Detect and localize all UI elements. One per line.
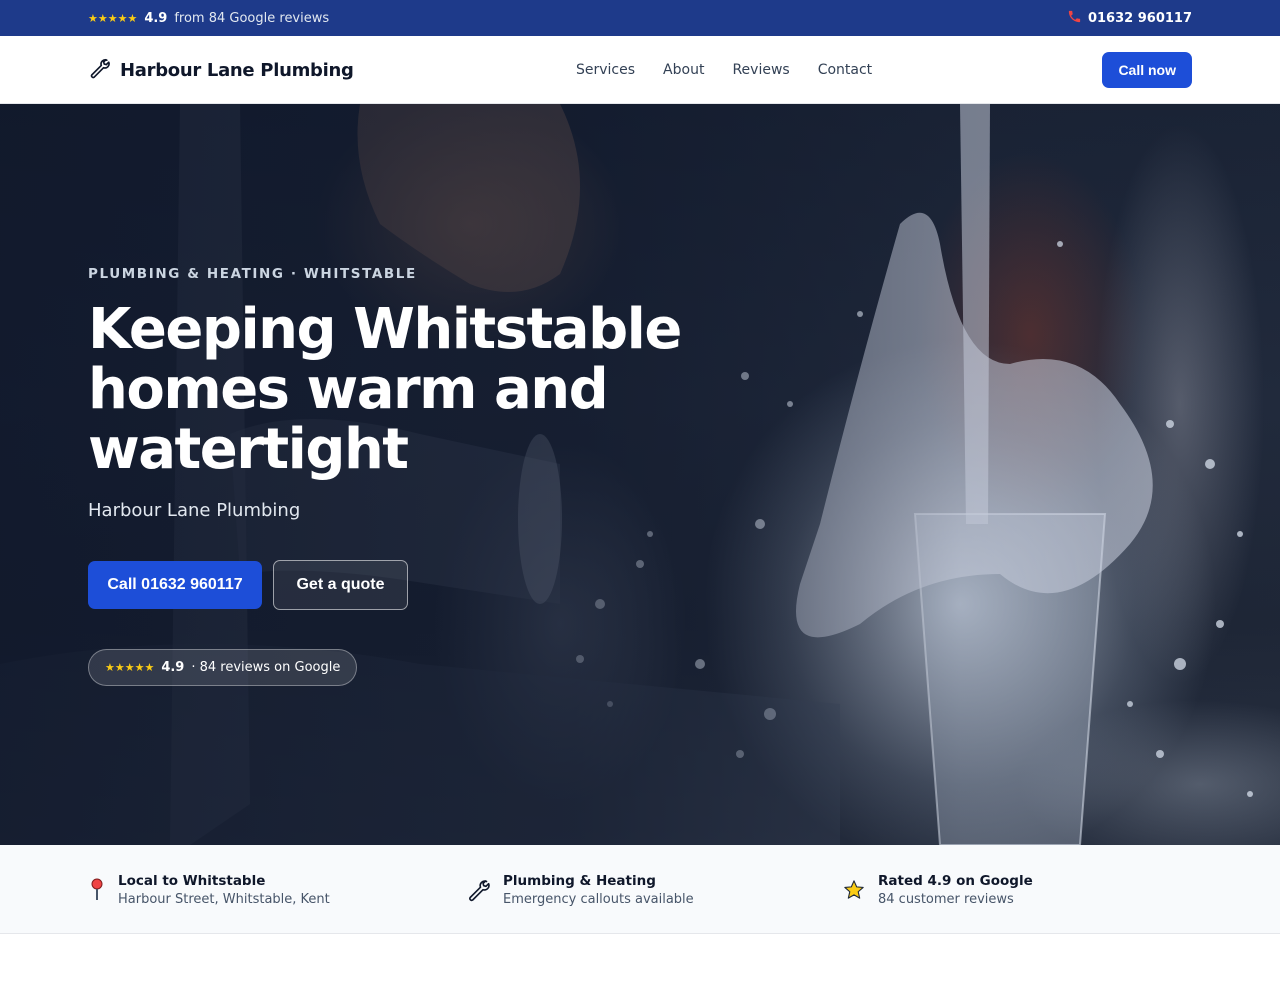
- nav-services[interactable]: Services: [576, 62, 635, 78]
- wrench-icon: [88, 57, 110, 83]
- feature-title: Rated 4.9 on Google: [878, 872, 1033, 889]
- main-nav: Services About Reviews Contact: [576, 36, 872, 104]
- nav-about[interactable]: About: [663, 62, 704, 78]
- hero-subtitle: Harbour Lane Plumbing: [88, 500, 301, 521]
- wrench-icon: [465, 878, 491, 902]
- brand-logo-link[interactable]: Harbour Lane Plumbing: [88, 36, 354, 104]
- rating-value: 4.9: [144, 10, 168, 26]
- feature-desc: 84 customer reviews: [878, 891, 1014, 907]
- call-phone-button[interactable]: Call 01632 960117: [88, 561, 262, 609]
- star-icon: [842, 878, 866, 902]
- topbar-phone: 01632 960117: [1087, 10, 1192, 26]
- nav-reviews[interactable]: Reviews: [732, 62, 789, 78]
- hero-eyebrow: PLUMBING & HEATING · WHITSTABLE: [88, 266, 417, 282]
- feature-location: Local to Whitstable Harbour Street, Whit…: [88, 845, 330, 934]
- hero-title: Keeping Whitstable homes warm and watert…: [88, 297, 682, 482]
- nav-contact[interactable]: Contact: [818, 62, 872, 78]
- call-now-button[interactable]: Call now: [1102, 52, 1192, 88]
- feature-desc: Harbour Street, Whitstable, Kent: [118, 891, 330, 907]
- rating-summary: ★★★★★ 4.9 from 84 Google reviews: [88, 11, 329, 26]
- feature-title: Plumbing & Heating: [503, 872, 656, 889]
- stars-icon: ★★★★★: [88, 11, 138, 25]
- badge-text: · 84 reviews on Google: [191, 660, 341, 675]
- feature-desc: Emergency callouts available: [503, 891, 694, 907]
- google-rating-badge: ★★★★★ 4.9 · 84 reviews on Google: [88, 649, 358, 686]
- get-quote-button[interactable]: Get a quote: [273, 560, 408, 610]
- site-header: Harbour Lane Plumbing Services About Rev…: [0, 36, 1280, 104]
- stars-icon: ★★★★★: [105, 661, 155, 674]
- feature-services: Plumbing & Heating Emergency callouts av…: [465, 845, 694, 934]
- feature-rating: Rated 4.9 on Google 84 customer reviews: [842, 845, 1033, 934]
- brand-name: Harbour Lane Plumbing: [120, 59, 354, 81]
- top-bar: ★★★★★ 4.9 from 84 Google reviews 01632 9…: [0, 0, 1280, 36]
- phone-icon: [1067, 9, 1082, 28]
- badge-rating: 4.9: [161, 660, 185, 675]
- map-pin-icon: [88, 878, 106, 902]
- hero-section: PLUMBING & HEATING · WHITSTABLE Keeping …: [0, 104, 1280, 845]
- features-strip: Local to Whitstable Harbour Street, Whit…: [0, 845, 1280, 934]
- reviews-text: from 84 Google reviews: [174, 10, 330, 26]
- topbar-phone-link[interactable]: 01632 960117: [1067, 9, 1192, 28]
- feature-title: Local to Whitstable: [118, 872, 266, 889]
